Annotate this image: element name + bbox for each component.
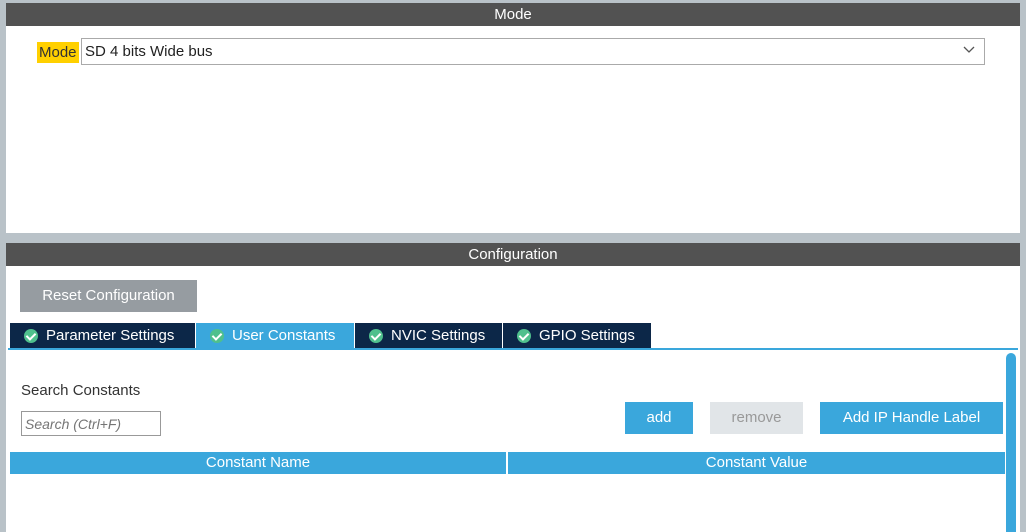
add-ip-handle-label-button[interactable]: Add IP Handle Label (820, 402, 1003, 434)
mode-select[interactable]: SD 4 bits Wide bus (81, 38, 985, 65)
tab-parameter-settings[interactable]: Parameter Settings (10, 323, 196, 348)
tab-nvic-settings[interactable]: NVIC Settings (355, 323, 503, 348)
tab-label: GPIO Settings (539, 327, 635, 344)
tab-label: NVIC Settings (391, 327, 486, 344)
scrollbar[interactable] (1006, 353, 1016, 532)
configuration-header: Configuration (6, 243, 1020, 266)
column-header-constant-value[interactable]: Constant Value (508, 452, 1005, 474)
check-icon (369, 328, 383, 343)
check-icon (517, 328, 531, 343)
column-header-constant-name[interactable]: Constant Name (10, 452, 506, 474)
tab-underline (8, 348, 1018, 350)
tab-user-constants[interactable]: User Constants (196, 323, 355, 348)
add-button[interactable]: add (625, 402, 693, 434)
remove-button[interactable]: remove (710, 402, 803, 434)
mode-header: Mode (6, 3, 1020, 26)
mode-label: Mode (37, 42, 79, 63)
tab-label: User Constants (232, 327, 336, 344)
tab-gpio-settings[interactable]: GPIO Settings (503, 323, 652, 348)
tab-label: Parameter Settings (46, 327, 175, 344)
check-icon (24, 328, 38, 343)
reset-configuration-button[interactable]: Reset Configuration (20, 280, 197, 312)
mode-value: SD 4 bits Wide bus (85, 43, 213, 60)
chevron-down-icon (963, 46, 975, 53)
search-input[interactable] (21, 411, 161, 436)
search-constants-label: Search Constants (21, 382, 141, 399)
check-icon (210, 328, 224, 343)
